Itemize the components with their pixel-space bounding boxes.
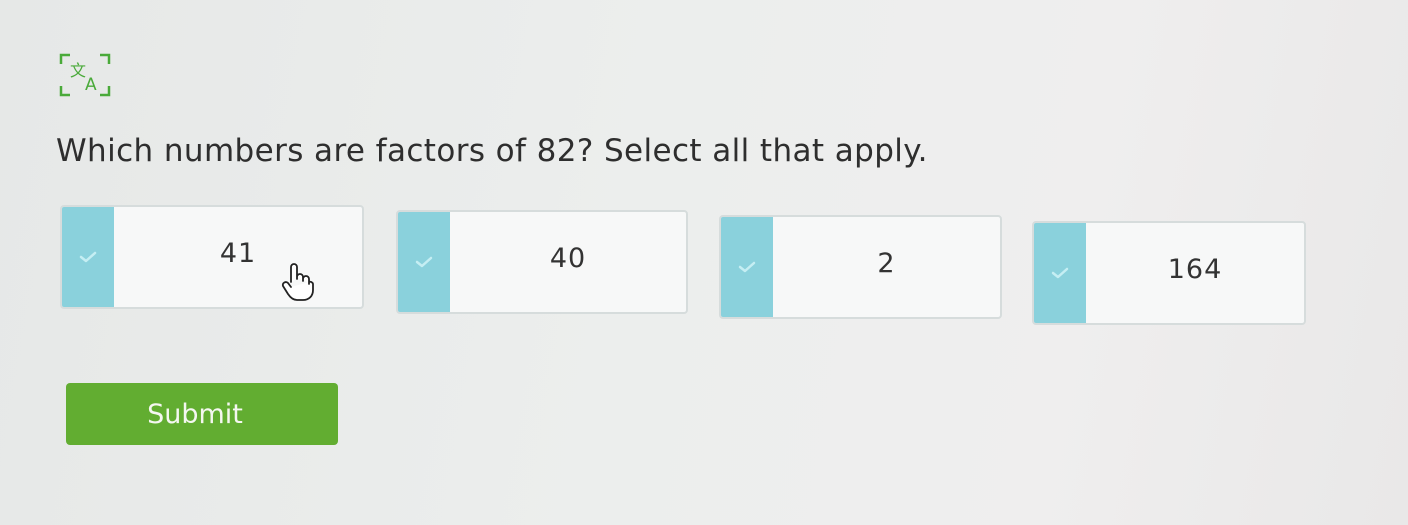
checkbox[interactable] bbox=[1034, 223, 1086, 323]
choice-164[interactable]: 164 bbox=[1032, 221, 1306, 325]
question-text: Which numbers are factors of 82? Select … bbox=[56, 133, 928, 169]
translate-icon[interactable]: 文 A bbox=[58, 52, 112, 98]
choice-40[interactable]: 40 bbox=[396, 210, 688, 314]
submit-label: Submit bbox=[147, 398, 243, 430]
checkbox[interactable] bbox=[721, 217, 773, 317]
choice-41[interactable]: 41 bbox=[60, 205, 364, 309]
svg-text:A: A bbox=[85, 75, 97, 95]
choice-label: 40 bbox=[549, 242, 587, 274]
svg-text:文: 文 bbox=[70, 61, 86, 80]
submit-button[interactable]: Submit bbox=[66, 383, 338, 445]
checkbox[interactable] bbox=[398, 212, 450, 312]
checkmark-icon bbox=[738, 261, 756, 273]
choice-label: 164 bbox=[1167, 253, 1223, 285]
checkbox[interactable] bbox=[62, 207, 114, 307]
choice-2[interactable]: 2 bbox=[719, 215, 1002, 319]
choice-label: 41 bbox=[219, 237, 257, 269]
checkmark-icon bbox=[415, 256, 433, 268]
choice-label: 2 bbox=[877, 247, 896, 279]
checkmark-icon bbox=[79, 251, 97, 263]
checkmark-icon bbox=[1051, 267, 1069, 279]
